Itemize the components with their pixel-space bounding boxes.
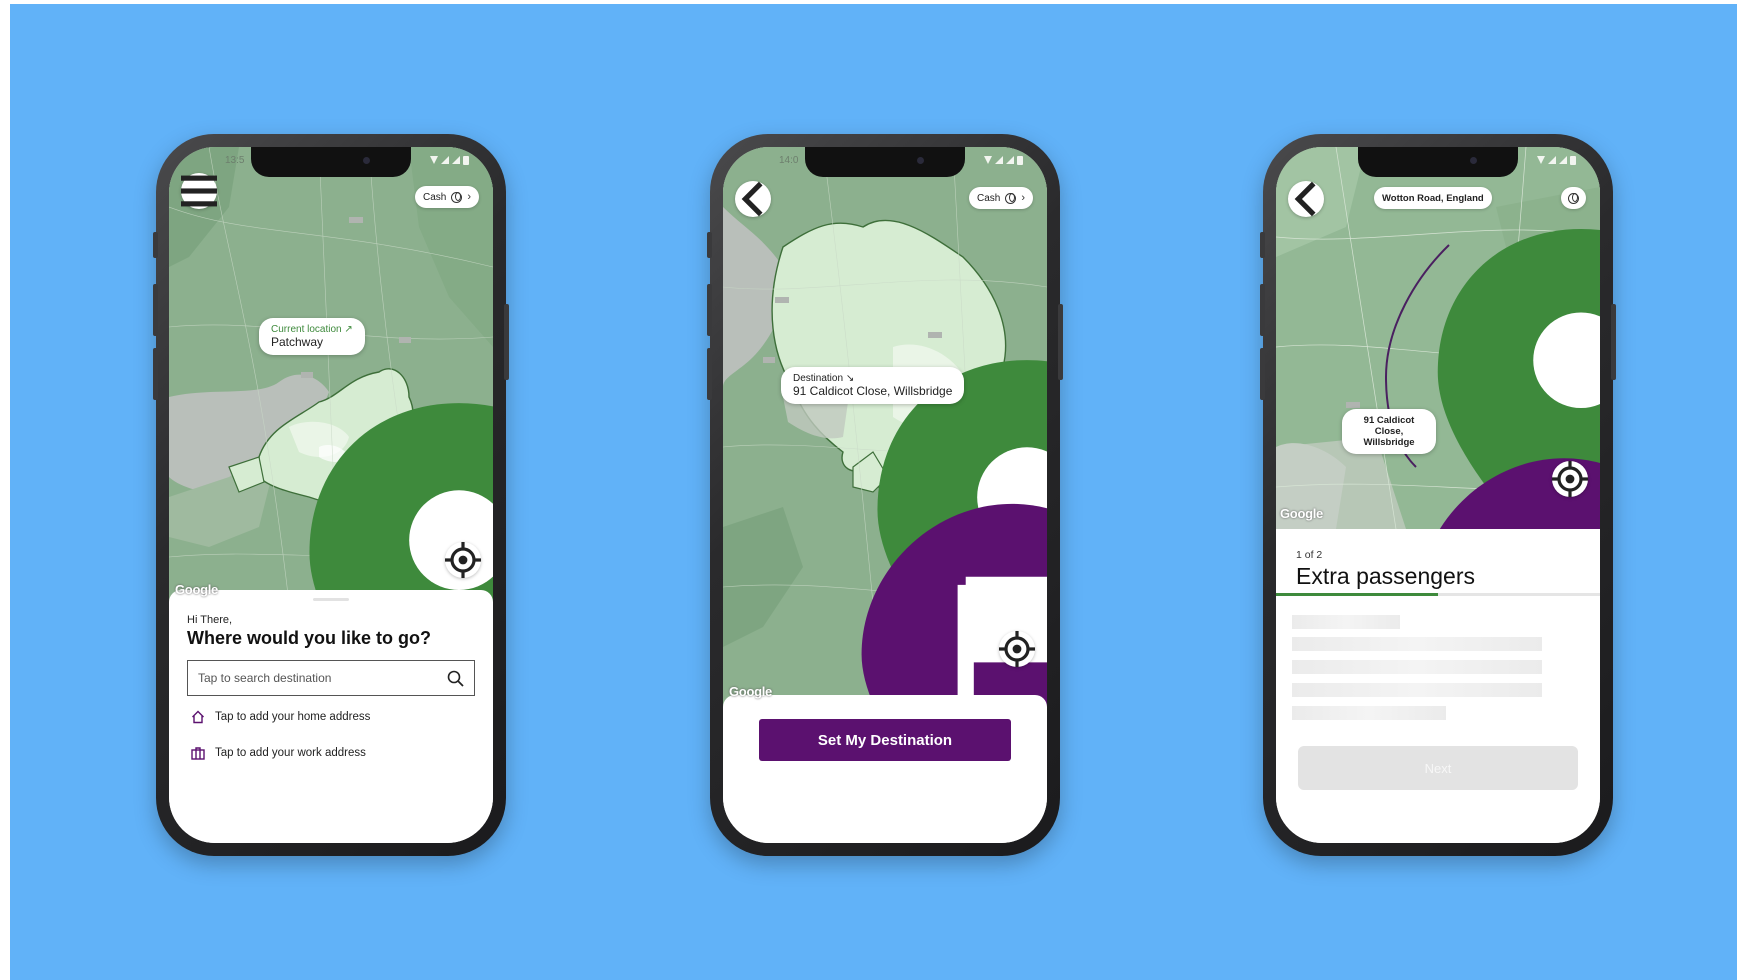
recenter-button[interactable] — [999, 631, 1035, 667]
current-location-callout: Current location ↗ Patchway — [259, 318, 365, 355]
callout-label: Destination — [793, 373, 844, 384]
loading-placeholder — [1292, 660, 1542, 674]
home-address-label: Tap to add your home address — [215, 711, 371, 723]
google-logo: Google — [1280, 506, 1323, 521]
screen-home: 13:5 Cash › Current location ↗ Patchway … — [169, 147, 493, 843]
map-view[interactable]: Cash › Destination ↘ 91 Caldicot Close, … — [723, 147, 1047, 707]
chevron-left-icon — [1294, 181, 1316, 217]
dropoff-callout: 91 Caldicot Close, Willsbridge — [1342, 409, 1436, 454]
destination-search-input[interactable]: Tap to search destination — [187, 660, 475, 696]
screen-passengers: Wotton Road, England 91 Caldicot Close, … — [1276, 147, 1600, 843]
crosshair-icon — [445, 542, 481, 578]
map-view[interactable]: Wotton Road, England 91 Caldicot Close, … — [1276, 147, 1600, 529]
payment-method-label: Cash — [976, 192, 1001, 204]
add-work-address-row[interactable]: Tap to add your work address — [191, 746, 366, 760]
back-button[interactable] — [735, 181, 771, 217]
sheet-grabber[interactable] — [313, 598, 349, 601]
search-placeholder: Tap to search destination — [198, 671, 332, 685]
set-destination-button[interactable]: Set My Destination — [759, 719, 1011, 761]
destination-sheet: Set My Destination — [723, 695, 1047, 843]
status-time: 14:0 — [779, 155, 799, 166]
chevron-right-icon: › — [467, 191, 471, 203]
map-view[interactable]: Cash › Current location ↗ Patchway Googl… — [169, 147, 493, 603]
where-to-sheet: Hi There, Where would you like to go? Ta… — [169, 590, 493, 843]
chevron-right-icon: › — [1021, 192, 1025, 204]
greeting-text: Hi There, — [187, 614, 233, 626]
google-logo: Google — [729, 684, 772, 699]
loading-placeholder — [1292, 615, 1400, 629]
screen-destination: 14:0 Cash › Destination ↘ 91 Caldicot Cl… — [723, 147, 1047, 843]
sheet-headline: Where would you like to go? — [187, 628, 432, 648]
work-address-label: Tap to add your work address — [215, 747, 366, 759]
destination-callout: Destination ↘ 91 Caldicot Close, Willsbr… — [781, 367, 965, 404]
back-button[interactable] — [1288, 181, 1324, 217]
add-home-address-row[interactable]: Tap to add your home address — [191, 710, 370, 724]
next-button[interactable]: Next — [1298, 746, 1578, 790]
step-title: Extra passengers — [1296, 563, 1475, 589]
hamburger-icon — [181, 175, 217, 207]
briefcase-icon — [191, 747, 205, 760]
payment-method-button[interactable]: Cash › — [968, 187, 1033, 209]
step-indicator: 1 of 2 — [1296, 549, 1323, 561]
payment-method-label: Cash — [422, 191, 447, 203]
home-icon — [192, 710, 204, 724]
step-progress-bar — [1276, 593, 1600, 596]
crosshair-icon — [1552, 461, 1588, 497]
phone-home: 13:5 Cash › Current location ↗ Patchway … — [153, 134, 509, 856]
next-label: Next — [1424, 760, 1452, 776]
passengers-sheet: 1 of 2 Extra passengers Next — [1276, 529, 1600, 843]
status-time: 13:5 — [225, 155, 245, 166]
search-icon — [447, 670, 464, 687]
dropoff-label: 91 Caldicot Close, Willsbridge — [1363, 415, 1415, 448]
callout-label: Current location — [271, 324, 342, 335]
menu-button[interactable] — [181, 173, 217, 209]
loading-placeholder — [1292, 706, 1446, 720]
status-icons — [1537, 156, 1576, 165]
arrow-down-right-icon: ↘ — [845, 373, 855, 384]
chevron-left-icon — [741, 181, 763, 217]
status-icons — [984, 156, 1023, 165]
phone-destination: 14:0 Cash › Destination ↘ 91 Caldicot Cl… — [707, 134, 1063, 856]
pickup-label-chip: Wotton Road, England — [1374, 187, 1492, 209]
google-logo: Google — [175, 582, 218, 597]
step-progress-fill — [1276, 593, 1438, 596]
payment-method-button[interactable] — [1561, 187, 1586, 209]
crosshair-icon — [999, 631, 1035, 667]
loading-placeholder — [1292, 637, 1542, 651]
status-icons — [430, 156, 469, 165]
payment-method-button[interactable]: Cash › — [414, 186, 479, 208]
pickup-label: Wotton Road, England — [1382, 192, 1484, 204]
set-destination-label: Set My Destination — [817, 731, 953, 749]
showcase-background: 13:5 Cash › Current location ↗ Patchway … — [10, 4, 1737, 980]
recenter-button[interactable] — [1552, 461, 1588, 497]
callout-value: Patchway — [271, 335, 324, 349]
coins-icon — [451, 191, 463, 203]
loading-placeholder — [1292, 683, 1542, 697]
callout-value: 91 Caldicot Close, Willsbridge — [793, 384, 953, 398]
coins-icon — [1568, 192, 1579, 204]
coins-icon — [1005, 192, 1017, 204]
arrow-up-right-icon: ↗ — [344, 324, 353, 335]
recenter-button[interactable] — [445, 542, 481, 578]
phone-passengers: Wotton Road, England 91 Caldicot Close, … — [1260, 134, 1616, 856]
